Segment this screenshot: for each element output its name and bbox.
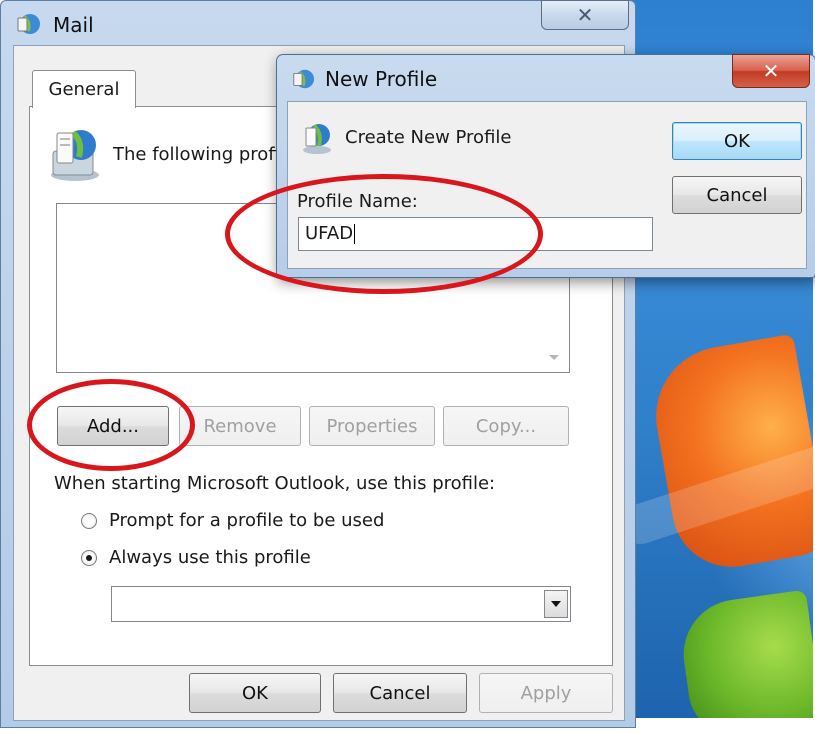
profile-name-input[interactable]: UFAD xyxy=(298,217,653,251)
scroll-down-icon[interactable] xyxy=(549,355,559,360)
add-profile-label: Add... xyxy=(86,415,139,437)
radio-prompt-profile[interactable] xyxy=(81,513,97,529)
profile-select[interactable] xyxy=(111,586,571,622)
radio-always-use-profile[interactable] xyxy=(81,550,97,566)
profile-name-value: UFAD xyxy=(305,223,354,244)
mail-close-button[interactable]: ✕ xyxy=(541,0,629,30)
startup-profile-label: When starting Microsoft Outlook, use thi… xyxy=(54,473,496,494)
profiles-intro-text: The following profi xyxy=(113,144,280,165)
mail-cancel-label: Cancel xyxy=(369,682,431,704)
close-icon: ✕ xyxy=(762,59,780,83)
new-profile-app-icon xyxy=(293,69,315,89)
mail-ok-label: OK xyxy=(242,682,268,704)
text-caret xyxy=(354,224,356,244)
radio-prompt-profile-label[interactable]: Prompt for a profile to be used xyxy=(109,510,384,531)
mail-apply-button[interactable]: Apply xyxy=(479,673,613,713)
copy-profile-label: Copy... xyxy=(475,415,537,437)
new-profile-cancel-button[interactable]: Cancel xyxy=(672,176,802,214)
new-profile-ok-label: OK xyxy=(724,130,750,152)
chevron-down-icon xyxy=(551,601,561,607)
mail-ok-button[interactable]: OK xyxy=(189,673,321,713)
create-profile-heading: Create New Profile xyxy=(345,127,512,148)
new-profile-title: New Profile xyxy=(325,67,438,91)
add-profile-button[interactable]: Add... xyxy=(57,406,169,446)
mail-window-title: Mail xyxy=(53,13,94,37)
mail-cancel-button[interactable]: Cancel xyxy=(333,673,467,713)
profile-name-label: Profile Name: xyxy=(297,191,418,212)
properties-label: Properties xyxy=(326,415,418,437)
dropdown-button[interactable] xyxy=(544,590,568,618)
create-profile-icon xyxy=(303,124,331,154)
mail-apply-label: Apply xyxy=(520,682,572,704)
new-profile-ok-button[interactable]: OK xyxy=(672,122,802,160)
new-profile-cancel-label: Cancel xyxy=(706,184,768,206)
close-icon: ✕ xyxy=(576,3,594,27)
copy-profile-button[interactable]: Copy... xyxy=(443,406,569,446)
mail-app-icon xyxy=(17,14,40,34)
remove-profile-label: Remove xyxy=(203,415,277,437)
windows-logo-green-pane xyxy=(676,589,813,718)
new-profile-close-button[interactable]: ✕ xyxy=(732,54,810,88)
properties-button[interactable]: Properties xyxy=(309,406,435,446)
radio-always-use-profile-label[interactable]: Always use this profile xyxy=(109,547,311,568)
remove-profile-button[interactable]: Remove xyxy=(179,406,301,446)
tab-general[interactable]: General xyxy=(32,70,136,108)
tab-general-label: General xyxy=(48,79,120,100)
profiles-mail-icon xyxy=(51,130,99,181)
